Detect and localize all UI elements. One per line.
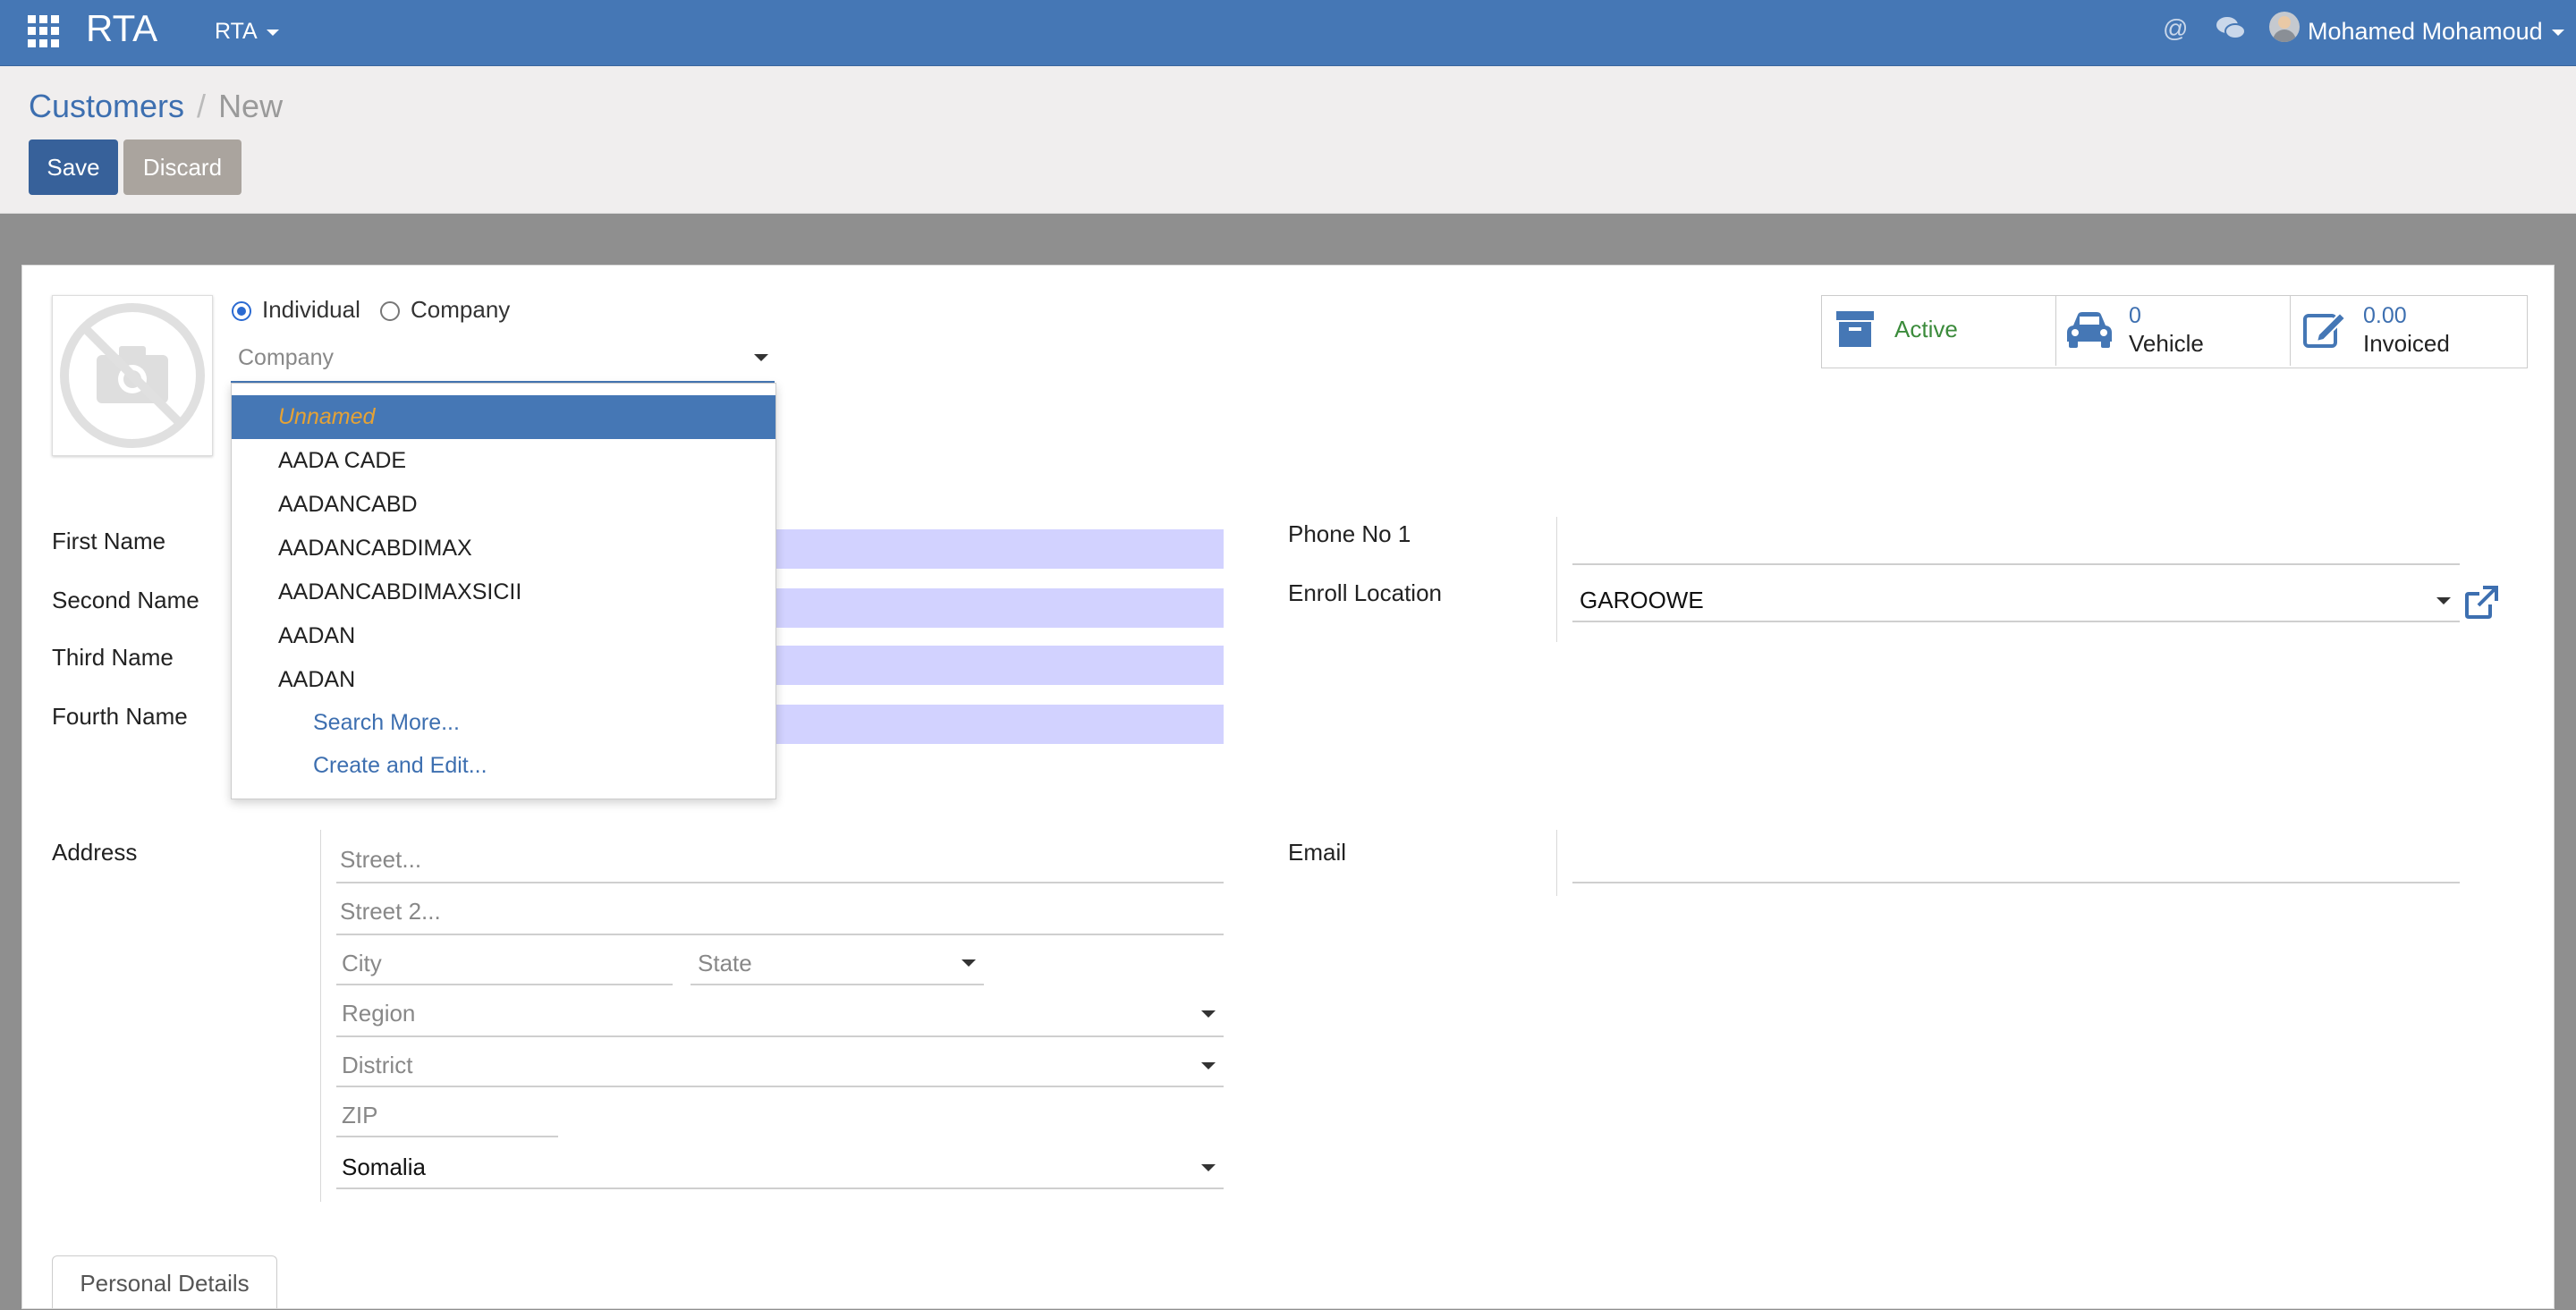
breadcrumb-customers-link[interactable]: Customers [29, 88, 184, 124]
caret-down-icon[interactable] [962, 959, 976, 967]
fourth-name-label: Fourth Name [52, 703, 188, 730]
discard-button[interactable]: Discard [123, 139, 242, 195]
first-name-input[interactable] [775, 529, 1224, 569]
email-input[interactable] [1572, 882, 2460, 883]
street-placeholder: Street... [340, 846, 422, 873]
state-placeholder: State [698, 950, 752, 976]
zip-placeholder: ZIP [342, 1102, 378, 1128]
dropdown-item[interactable]: AADAN [232, 614, 775, 658]
vehicle-count: 0 [2129, 303, 2141, 328]
country-select[interactable] [336, 1187, 1224, 1189]
company-dropdown: Unnamed AADA CADE AADANCABD AADANCABDIMA… [231, 383, 776, 799]
user-name: Mohamed Mohamoud [2308, 18, 2543, 45]
dropdown-item[interactable]: AADANCABDIMAXSICII [232, 570, 775, 614]
caret-down-icon [2551, 30, 2564, 37]
second-name-label: Second Name [52, 587, 199, 613]
district-select[interactable] [336, 1086, 1224, 1087]
dropdown-item[interactable]: AADA CADE [232, 439, 775, 483]
external-link-icon[interactable] [2463, 585, 2499, 621]
no-camera-icon [60, 303, 205, 448]
city-input[interactable] [336, 984, 673, 985]
save-button[interactable]: Save [29, 139, 118, 195]
control-panel [0, 66, 2576, 214]
edit-icon [2303, 311, 2347, 348]
caret-down-icon[interactable] [2436, 597, 2451, 604]
menu-rta[interactable]: RTA [215, 16, 279, 46]
address-label: Address [52, 839, 138, 866]
breadcrumb: Customers / New [29, 86, 283, 127]
field-divider [1556, 517, 1557, 642]
mentions-icon[interactable]: @ [2163, 13, 2188, 45]
chat-icon[interactable] [2215, 14, 2247, 43]
dropdown-item[interactable]: AADAN [232, 658, 775, 702]
individual-label: Individual [262, 296, 360, 323]
first-name-label: First Name [52, 528, 166, 554]
active-status: Active [1894, 316, 1958, 342]
invoiced-amount: 0.00 [2363, 303, 2407, 328]
invoiced-label: Invoiced [2363, 330, 2450, 357]
dropdown-item[interactable]: AADANCABDIMAX [232, 527, 775, 570]
tab-personal-details[interactable]: Personal Details [52, 1255, 277, 1308]
third-name-label: Third Name [52, 644, 174, 671]
caret-down-icon[interactable] [1201, 1010, 1216, 1018]
menu-rta-label: RTA [215, 19, 258, 44]
brand-name: RTA [86, 7, 158, 49]
region-placeholder: Region [342, 1000, 416, 1027]
breadcrumb-current: New [218, 88, 284, 124]
district-placeholder: District [342, 1052, 413, 1078]
caret-down-icon[interactable] [1201, 1164, 1216, 1171]
dropdown-item[interactable]: Unnamed [232, 395, 775, 439]
city-placeholder: City [342, 950, 382, 976]
breadcrumb-separator: / [197, 88, 207, 124]
individual-radio[interactable] [232, 301, 251, 321]
field-divider [320, 830, 321, 1202]
user-menu[interactable]: Mohamed Mohamoud [2308, 16, 2564, 46]
caret-down-icon[interactable] [1201, 1062, 1216, 1069]
vehicle-label: Vehicle [2129, 330, 2204, 357]
country-value: Somalia [342, 1154, 426, 1180]
street-input[interactable] [336, 882, 1224, 883]
second-name-input[interactable] [775, 588, 1224, 628]
third-name-input[interactable] [775, 646, 1224, 685]
search-more-link[interactable]: Search More... [313, 707, 460, 738]
field-divider [1556, 830, 1557, 896]
state-select[interactable] [691, 984, 984, 985]
company-select-placeholder: Company [238, 345, 334, 370]
zip-input[interactable] [336, 1136, 558, 1137]
dropdown-item[interactable]: AADANCABD [232, 483, 775, 527]
email-label: Email [1288, 839, 1347, 866]
top-navbar [0, 0, 2576, 66]
user-avatar[interactable] [2269, 12, 2300, 42]
create-and-edit-link[interactable]: Create and Edit... [313, 750, 487, 781]
fourth-name-input[interactable] [775, 705, 1224, 744]
enroll-location-label: Enroll Location [1288, 579, 1442, 606]
caret-down-icon [266, 29, 279, 36]
street2-placeholder: Street 2... [340, 898, 441, 925]
car-icon [2067, 312, 2112, 348]
phone1-input[interactable] [1572, 563, 2460, 565]
company-label: Company [411, 296, 511, 323]
enroll-location-select[interactable] [1572, 621, 2460, 622]
apps-grid-icon[interactable] [28, 15, 60, 47]
company-radio[interactable] [380, 301, 400, 321]
region-select[interactable] [336, 1035, 1224, 1037]
customer-image[interactable] [52, 295, 213, 456]
caret-down-icon[interactable] [754, 354, 768, 361]
phone1-label: Phone No 1 [1288, 520, 1411, 547]
enroll-location-value: GAROOWE [1580, 587, 1704, 613]
archive-icon [1836, 311, 1874, 347]
street2-input[interactable] [336, 934, 1224, 935]
